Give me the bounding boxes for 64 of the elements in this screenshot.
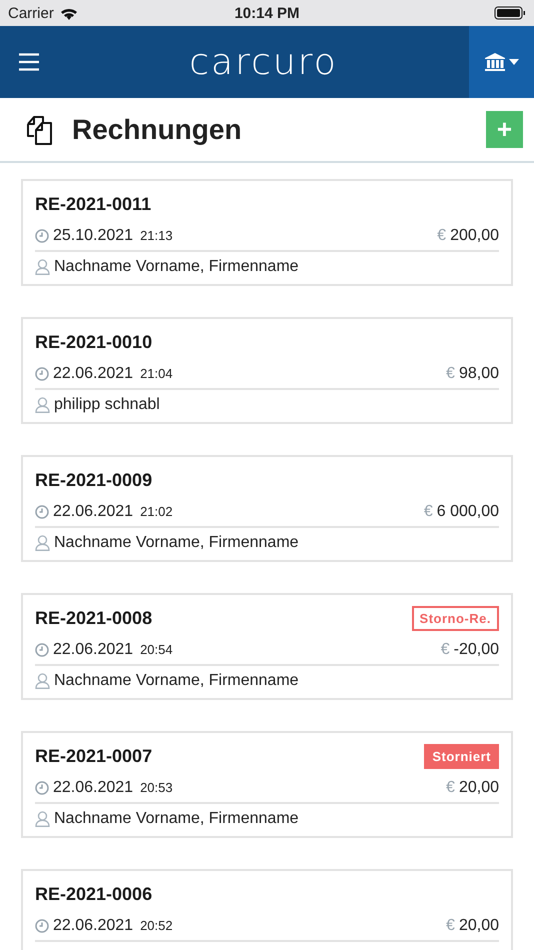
invoice-card[interactable]: RE-2021-0008 Storno-Re. 22.06.2021 20:54 € -20,00 Nachname Vorname, Firmenname: [21, 593, 513, 700]
clock-icon: [35, 642, 49, 656]
status-tag: Storniert: [424, 744, 499, 768]
invoice-date: 22.06.2021: [53, 364, 134, 382]
invoice-card[interactable]: RE-2021-0007 Storniert 22.06.2021 20:53 € 20,00 Nachname Vorname, Firmenname: [21, 731, 513, 838]
currency-sign: €: [446, 364, 455, 382]
user-icon: [35, 673, 50, 689]
invoice-number: RE-2021-0006: [35, 884, 152, 904]
invoice-date: 22.06.2021: [53, 640, 134, 658]
invoice-card[interactable]: RE-2021-0009 22.06.2021 21:02 € 6 000,00 Nachname Vorname, Firmenname: [21, 455, 513, 562]
invoice-time: 21:04: [140, 366, 173, 381]
invoice-time: 21:13: [140, 228, 173, 243]
customer-name: Nachname Vorname, Firmenname: [54, 534, 299, 552]
currency-sign: €: [424, 502, 433, 520]
menu-icon: [19, 53, 39, 71]
invoice-amount: 98,00: [458, 364, 499, 382]
invoice-amount: -20,00: [454, 640, 499, 658]
bank-dropdown-button[interactable]: [469, 26, 534, 98]
invoice-amount: 200,00: [450, 226, 499, 244]
clock-icon: [35, 228, 49, 242]
currency-sign: €: [437, 226, 446, 244]
caret-icon: [508, 59, 518, 65]
customer-name: Nachname Vorname, Firmenname: [54, 810, 299, 828]
invoice-amount: 20,00: [458, 916, 499, 934]
status-tag: Storno-Re.: [412, 606, 499, 630]
customer-name: Nachname Vorname, Firmenname: [54, 258, 299, 276]
invoice-date: 25.10.2021: [53, 226, 134, 244]
user-icon: [35, 811, 50, 827]
invoice-card[interactable]: RE-2021-0010 22.06.2021 21:04 € 98,00 philipp schnabl: [21, 317, 513, 424]
invoice-card[interactable]: RE-2021-0011 25.10.2021 21:13 € 200,00 Nachname Vorname, Firmenname: [21, 179, 513, 286]
invoice-date: 22.06.2021: [53, 502, 134, 520]
wifi-icon: [60, 6, 78, 20]
invoice-date: 22.06.2021: [53, 916, 134, 934]
user-icon: [35, 535, 50, 551]
customer-name: Nachname Vorname, Firmenname: [54, 672, 299, 690]
invoice-date: 22.06.2021: [53, 778, 134, 796]
currency-sign: €: [446, 916, 455, 934]
currency-sign: €: [440, 640, 450, 658]
currency-sign: €: [446, 778, 455, 796]
invoice-time: 20:54: [140, 642, 173, 657]
clock-icon: [35, 504, 49, 518]
invoice-number: RE-2021-0009: [35, 470, 152, 490]
invoice-time: 20:53: [140, 780, 173, 795]
invoice-amount: 20,00: [458, 778, 499, 796]
user-icon: [35, 259, 50, 275]
app-logo: carcuro: [188, 42, 339, 82]
bank-icon: [484, 53, 504, 71]
invoice-number: RE-2021-0011: [35, 194, 152, 214]
clock-icon: [35, 366, 49, 380]
clock-icon: [35, 918, 49, 932]
invoice-card[interactable]: RE-2021-0006 22.06.2021 20:52 € 20,00: [21, 869, 513, 950]
invoice-amount: 6 000,00: [436, 502, 499, 520]
clock-time: 10:14 PM: [234, 4, 300, 22]
invoice-time: 20:52: [140, 918, 173, 933]
invoice-number: RE-2021-0008: [35, 608, 152, 628]
invoice-number: RE-2021-0007: [35, 746, 152, 766]
clock-icon: [35, 780, 49, 794]
battery-icon: [494, 6, 526, 20]
invoice-time: 21:02: [140, 504, 173, 519]
carrier-label: Carrier: [8, 4, 54, 22]
customer-name: philipp schnabl: [54, 396, 160, 414]
invoice-number: RE-2021-0010: [35, 332, 152, 352]
user-icon: [35, 397, 50, 413]
page-title: Rechnungen: [72, 114, 243, 146]
